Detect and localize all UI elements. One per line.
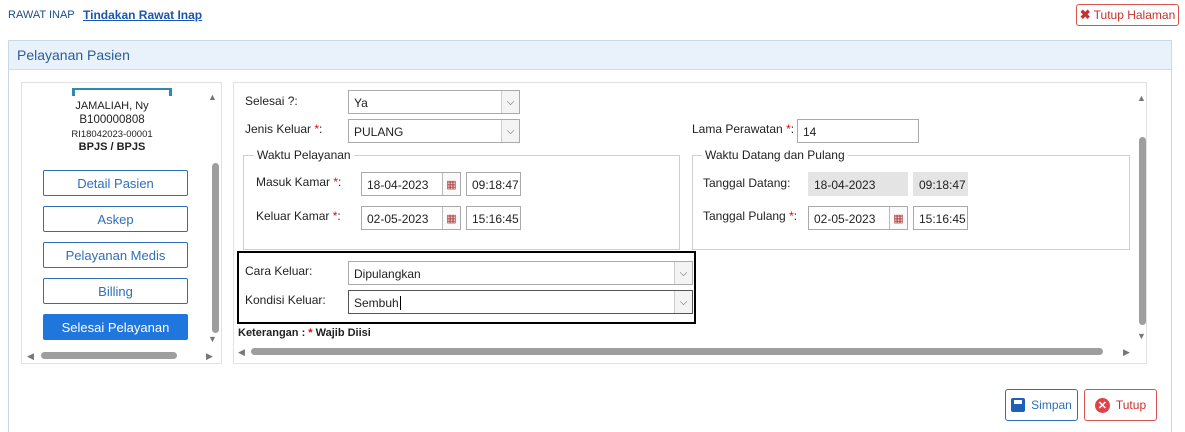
panel-header xyxy=(9,41,1171,70)
waktu-pelayanan-group xyxy=(243,155,680,250)
patient-name: JAMALIAH, Ny xyxy=(75,100,149,112)
form-vertical-scrollbar[interactable] xyxy=(1139,137,1146,325)
chevron-down-icon: ⌵ xyxy=(501,120,519,142)
cara-keluar-select[interactable]: Dipulangkan ⌵ xyxy=(348,261,693,285)
cara-keluar-label: Cara Keluar: xyxy=(245,264,313,278)
detail-pasien-button[interactable]: Detail Pasien xyxy=(43,170,188,196)
keluar-kamar-time-input[interactable]: 15:16:45 xyxy=(466,206,521,230)
patient-registration: RI18042023-00001 xyxy=(71,129,153,140)
kondisi-keluar-label: Kondisi Keluar: xyxy=(245,293,326,307)
breadcrumb-root: RAWAT INAP xyxy=(8,9,75,21)
waktu-datang-pulang-group xyxy=(692,155,1130,250)
save-button[interactable]: Simpan xyxy=(1005,389,1078,421)
patient-payer: BPJS / BPJS xyxy=(78,141,146,153)
tanggal-pulang-time-input[interactable]: 15:16:45 xyxy=(913,206,968,230)
lama-perawatan-label: Lama Perawatan *: xyxy=(692,122,795,136)
form-scroll-right-icon[interactable]: ▶ xyxy=(1123,347,1130,358)
jenis-keluar-value: PULANG xyxy=(354,125,404,139)
kondisi-keluar-select[interactable]: Sembuh ⌵ xyxy=(348,290,693,314)
keluar-date-value: 02-05-2023 xyxy=(367,212,429,226)
panel-title: Pelayanan Pasien xyxy=(17,47,130,63)
sidebar-horizontal-scrollbar[interactable] xyxy=(41,352,177,359)
cara-keluar-value: Dipulangkan xyxy=(354,267,421,281)
text-cursor xyxy=(399,296,401,310)
sidebar-vertical-scrollbar[interactable] xyxy=(212,163,219,333)
masuk-kamar-date-input[interactable]: 18-04-2023 ▦ xyxy=(361,172,461,196)
keluar-kamar-label: Keluar Kamar *: xyxy=(256,209,341,223)
patient-photo-frame xyxy=(72,88,172,96)
chevron-down-icon: ⌵ xyxy=(501,91,519,113)
jenis-keluar-label: Jenis Keluar *: xyxy=(245,122,323,136)
askep-button[interactable]: Askep xyxy=(43,206,188,232)
save-icon xyxy=(1011,398,1026,412)
form-scroll-up-icon[interactable]: ▲ xyxy=(1137,93,1146,103)
sidebar-scroll-up-icon[interactable]: ▲ xyxy=(208,92,217,102)
sidebar-scroll-left-icon[interactable]: ◀ xyxy=(27,351,34,362)
save-label: Simpan xyxy=(1031,398,1072,412)
sidebar-scroll-right-icon[interactable]: ▶ xyxy=(206,351,213,362)
close-label: Tutup xyxy=(1115,398,1147,412)
tanggal-pulang-label: Tanggal Pulang *: xyxy=(703,209,798,223)
billing-button[interactable]: Billing xyxy=(43,278,188,304)
tanggal-datang-date-field: 18-04-2023 xyxy=(808,172,908,196)
pulang-date-value: 02-05-2023 xyxy=(814,212,876,226)
chevron-down-icon: ⌵ xyxy=(674,291,692,313)
waktu-pelayanan-legend: Waktu Pelayanan xyxy=(254,148,354,162)
masuk-date-value: 18-04-2023 xyxy=(367,178,429,192)
waktu-datang-pulang-legend: Waktu Datang dan Pulang xyxy=(702,148,848,162)
chevron-down-icon: ⌵ xyxy=(674,262,692,284)
close-circle-icon: ✕ xyxy=(1094,397,1110,413)
form-horizontal-scrollbar[interactable] xyxy=(251,348,1103,355)
calendar-icon[interactable]: ▦ xyxy=(442,207,460,229)
required-note: Keterangan : * Wajib Diisi xyxy=(238,327,371,339)
patient-rm-number: B100000808 xyxy=(79,114,145,126)
selesai-pelayanan-button[interactable]: Selesai Pelayanan xyxy=(43,314,188,340)
jenis-keluar-select[interactable]: PULANG ⌵ xyxy=(348,119,520,143)
close-button[interactable]: ✕ Tutup xyxy=(1084,389,1157,421)
selesai-label: Selesai ?: xyxy=(245,94,298,108)
tanggal-pulang-date-input[interactable]: 02-05-2023 ▦ xyxy=(808,206,908,230)
pelayanan-medis-button[interactable]: Pelayanan Medis xyxy=(43,242,188,268)
close-page-button[interactable]: ✖ Tutup Halaman xyxy=(1076,4,1179,26)
close-icon: ✖ xyxy=(1079,7,1091,22)
masuk-kamar-label: Masuk Kamar *: xyxy=(256,175,342,189)
close-page-label: Tutup Halaman xyxy=(1093,8,1176,22)
calendar-icon[interactable]: ▦ xyxy=(442,173,460,195)
selesai-select[interactable]: Ya ⌵ xyxy=(348,90,520,114)
form-scroll-left-icon[interactable]: ◀ xyxy=(238,347,245,358)
sidebar-scroll-down-icon[interactable]: ▼ xyxy=(208,334,217,344)
keluar-kamar-date-input[interactable]: 02-05-2023 ▦ xyxy=(361,206,461,230)
form-scroll-down-icon[interactable]: ▼ xyxy=(1137,331,1146,341)
selesai-value: Ya xyxy=(354,96,368,110)
calendar-icon[interactable]: ▦ xyxy=(889,207,907,229)
tanggal-datang-time-field: 09:18:47 xyxy=(913,172,968,196)
lama-perawatan-input[interactable]: 14 xyxy=(797,119,919,143)
tanggal-datang-label: Tanggal Datang: xyxy=(703,176,791,190)
masuk-kamar-time-input[interactable]: 09:18:47 xyxy=(466,172,521,196)
kondisi-keluar-value: Sembuh xyxy=(354,296,399,310)
breadcrumb-current-link[interactable]: Tindakan Rawat Inap xyxy=(83,8,202,22)
